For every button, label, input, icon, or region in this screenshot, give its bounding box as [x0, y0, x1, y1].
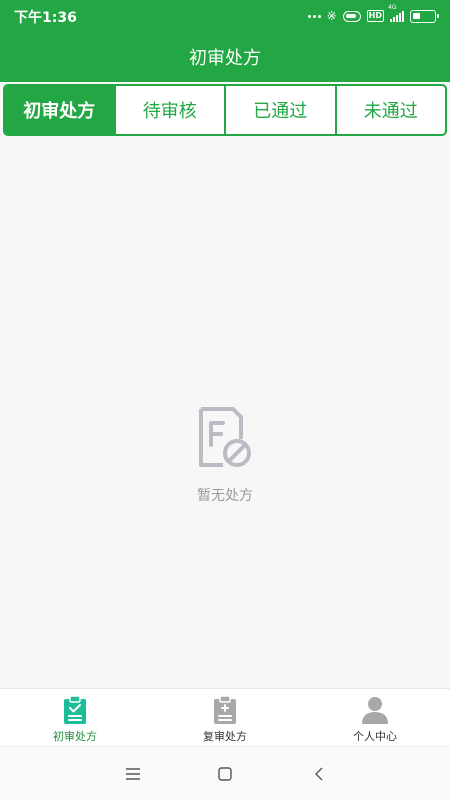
bluetooth-icon: ※ [326, 9, 337, 23]
nav-label: 初审处方 [53, 730, 97, 743]
empty-state: 暂无处方 [0, 405, 450, 505]
tab-pending[interactable]: 待审核 [116, 86, 226, 134]
more-dots-icon [307, 14, 321, 18]
hd-icon: HD [366, 10, 384, 22]
status-icons: ※ HD 4G [307, 4, 439, 24]
nav-label: 个人中心 [353, 730, 397, 743]
tab-label: 已通过 [253, 101, 308, 122]
tab-label: 未通过 [363, 101, 418, 122]
bottom-nav: 初审处方 复审处方 个人中心 [0, 688, 450, 746]
no-prescription-icon [199, 407, 251, 467]
battery-level [413, 12, 420, 19]
status-bar: 下午1:36 ※ HD 4G [0, 0, 450, 32]
page-title: 初审处方 [189, 48, 261, 69]
tab-label: 初审处方 [23, 101, 96, 122]
tab-approved[interactable]: 已通过 [226, 86, 337, 134]
tab-rejected[interactable]: 未通过 [337, 86, 446, 134]
pill-icon [342, 10, 361, 22]
nav-item-second-review[interactable]: 复审处方 [150, 689, 300, 746]
tab-label: 待审核 [142, 101, 197, 122]
nav-item-profile[interactable]: 个人中心 [300, 689, 450, 746]
person-icon [362, 697, 388, 724]
nav-item-initial-review[interactable]: 初审处方 [0, 689, 150, 746]
system-nav-bar [0, 746, 450, 800]
home-icon[interactable] [216, 765, 234, 783]
menu-icon[interactable] [124, 765, 142, 783]
tab-initial-review[interactable]: 初审处方 [5, 86, 116, 134]
network-label: 4G [388, 4, 397, 11]
nav-label: 复审处方 [203, 730, 247, 743]
empty-message: 暂无处方 [197, 488, 253, 504]
back-icon[interactable] [311, 765, 329, 783]
battery-icon [410, 9, 439, 23]
status-time: 下午1:36 [14, 10, 77, 26]
prescription-tabs: 初审处方 待审核 已通过 未通过 [3, 84, 447, 136]
clipboard-list-icon [214, 695, 236, 724]
clipboard-check-icon [64, 695, 86, 724]
signal-icon: 4G [388, 4, 404, 22]
app-header: 初审处方 [0, 32, 450, 82]
